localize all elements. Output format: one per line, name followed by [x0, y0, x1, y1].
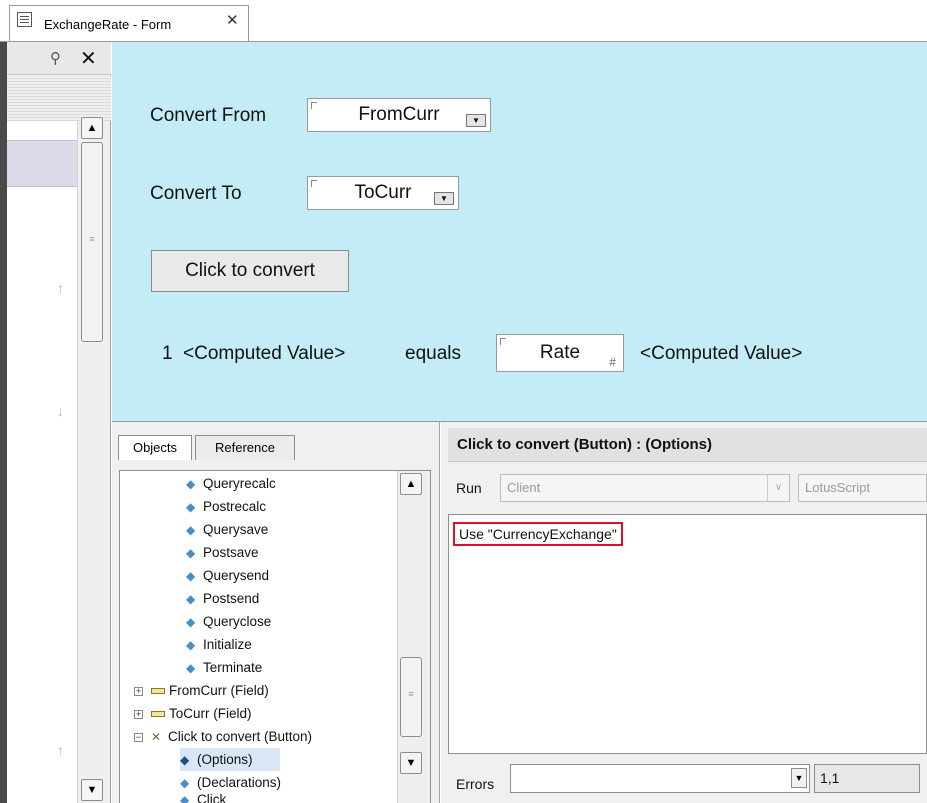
- tab-objects[interactable]: Objects: [118, 435, 192, 460]
- event-list: ◆ Queryrecalc ◆ Postrecalc ◆ Querysave ◆ Pos…: [186, 472, 396, 679]
- dropdown-arrow-icon: ▼: [434, 192, 454, 205]
- tree-event-queryclose[interactable]: ◆ Queryclose: [186, 610, 396, 633]
- event-icon: ◆: [180, 776, 190, 790]
- convert-to-label: Convert To: [150, 183, 242, 204]
- button-children-list: ◆ (Options) ◆ (Declarations): [180, 748, 396, 794]
- number-type-icon: #: [609, 355, 616, 369]
- tree-event-querysave[interactable]: ◆ Querysave: [186, 518, 396, 541]
- fromcurr-field-name: FromCurr: [358, 104, 440, 125]
- fromcurr-field[interactable]: FromCurr ▼: [307, 98, 491, 132]
- tocurr-field[interactable]: ToCurr ▼: [307, 176, 459, 210]
- tree-event-postrecalc[interactable]: ◆ Postrecalc: [186, 495, 396, 518]
- code-line-highlighted[interactable]: Use "CurrencyExchange": [453, 522, 623, 546]
- errors-select[interactable]: ▼: [510, 764, 810, 793]
- button-object-icon: ✕: [151, 730, 162, 744]
- tocurr-field-name: ToCurr: [354, 182, 412, 203]
- scroll-down-icon[interactable]: ▼: [400, 752, 422, 774]
- computed-value-2[interactable]: <Computed Value>: [640, 343, 802, 365]
- rate-field[interactable]: Rate #: [496, 334, 624, 372]
- event-icon: ◆: [186, 615, 196, 629]
- tree-event-querysend[interactable]: ◆ Querysend: [186, 564, 396, 587]
- event-icon: ◆: [186, 546, 196, 560]
- run-target-select[interactable]: Client ∨: [500, 474, 790, 502]
- event-icon: ◆: [180, 753, 190, 767]
- event-icon: ◆: [186, 661, 196, 675]
- close-tab-icon[interactable]: ✕: [226, 13, 239, 28]
- run-label: Run: [456, 480, 482, 496]
- outline-selected-row[interactable]: [7, 140, 77, 187]
- code-panel-title: Click to convert (Button) : (Options): [448, 428, 927, 462]
- tree-tocurr-field[interactable]: + ToCurr (Field): [134, 702, 396, 725]
- arrow-up-icon: ↑: [57, 742, 64, 758]
- tree-event-terminate[interactable]: ◆ Terminate: [186, 656, 396, 679]
- scroll-down-icon[interactable]: ▼: [81, 779, 103, 801]
- panel-toolbar-area: [7, 76, 111, 121]
- errors-label: Errors: [456, 776, 495, 792]
- expand-icon[interactable]: +: [134, 686, 143, 696]
- event-icon: ◆: [180, 794, 190, 803]
- outline-content: [7, 121, 77, 803]
- event-icon: ◆: [186, 638, 196, 652]
- tree-event-postsend[interactable]: ◆ Postsend: [186, 587, 396, 610]
- close-panel-icon[interactable]: ✕: [80, 46, 97, 71]
- convert-from-label: Convert From: [150, 105, 267, 126]
- form-icon: [17, 12, 32, 27]
- tree-click[interactable]: ◆ Click: [180, 794, 396, 803]
- scroll-up-icon[interactable]: ▲: [81, 117, 103, 139]
- tree-event-initialize[interactable]: ◆ Initialize: [186, 633, 396, 656]
- tree-fromcurr-field[interactable]: + FromCurr (Field): [134, 679, 396, 702]
- tab-exchangerate-form[interactable]: ExchangeRate - Form: [9, 5, 249, 42]
- window-edge: [0, 0, 7, 803]
- dropdown-arrow-icon: ▼: [466, 114, 486, 127]
- arrow-up-icon: ↑: [57, 280, 64, 296]
- tab-title: ExchangeRate - Form: [44, 17, 172, 32]
- event-icon: ◆: [186, 477, 196, 491]
- arrow-down-icon: ↓: [57, 403, 64, 419]
- chevron-down-icon: ∨: [767, 475, 789, 501]
- event-icon: ◆: [186, 523, 196, 537]
- event-icon: ◆: [186, 569, 196, 583]
- click-to-convert-button[interactable]: Click to convert: [151, 250, 349, 292]
- scroll-up-icon[interactable]: ▲: [400, 473, 422, 495]
- object-list: + FromCurr (Field) + ToCurr (Field) − ✕ Clic…: [134, 679, 396, 748]
- tree-button-node[interactable]: − ✕ Click to convert (Button): [134, 725, 396, 748]
- event-icon: ◆: [186, 500, 196, 514]
- cursor-position: 1,1: [814, 764, 920, 793]
- pin-icon[interactable]: ⚲: [50, 49, 61, 67]
- tree-event-queryrecalc[interactable]: ◆ Queryrecalc: [186, 472, 396, 495]
- event-icon: ◆: [186, 592, 196, 606]
- tree-event-postsave[interactable]: ◆ Postsave: [186, 541, 396, 564]
- grip-icon: ≡: [89, 234, 95, 244]
- grip-icon: ≡: [408, 689, 414, 699]
- tree-options[interactable]: ◆ (Options): [180, 748, 280, 771]
- script-editor[interactable]: [448, 514, 927, 754]
- expand-icon[interactable]: +: [134, 709, 143, 719]
- rate-field-name: Rate: [539, 342, 581, 363]
- chevron-down-icon: ▼: [791, 768, 807, 788]
- collapse-icon[interactable]: −: [134, 732, 143, 742]
- tree-declarations[interactable]: ◆ (Declarations): [180, 771, 396, 794]
- computed-value-1[interactable]: <Computed Value>: [183, 343, 345, 365]
- equals-label: equals: [405, 343, 461, 364]
- tree-click-clip: ◆ Click: [180, 794, 396, 803]
- number-one: 1: [162, 343, 173, 364]
- field-icon: [151, 711, 165, 718]
- language-select[interactable]: LotusScript: [798, 474, 927, 502]
- field-icon: [151, 688, 165, 695]
- tab-reference[interactable]: Reference: [195, 435, 295, 460]
